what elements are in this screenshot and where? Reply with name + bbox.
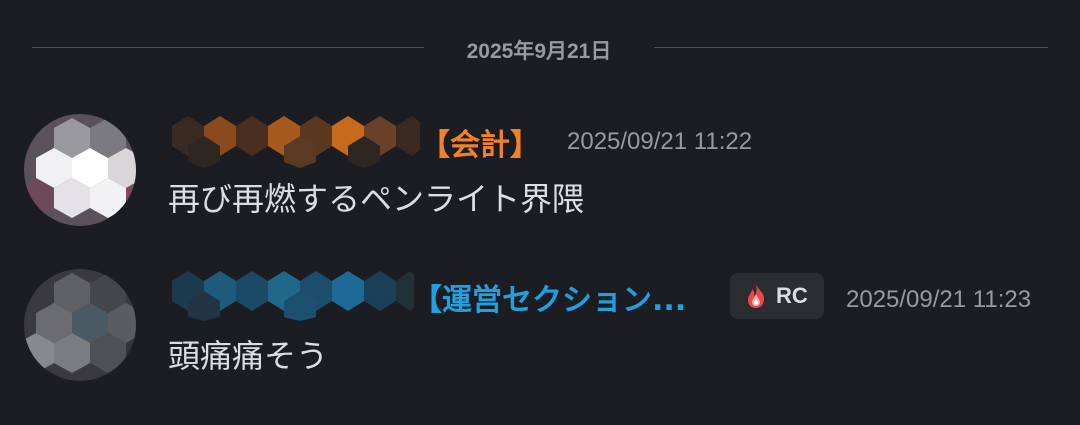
avatar[interactable] <box>24 269 136 381</box>
message-item[interactable]: 【会計】 2025/09/21 11:22 再び再燃するペンライト界隈 <box>0 112 1080 232</box>
date-divider-label: 2025年9月21日 <box>466 40 612 63</box>
message-item[interactable]: 【運営セクション... RC 2025/09/21 11:23 頭痛痛そう <box>0 265 1080 390</box>
role-badge[interactable]: RC <box>730 273 824 319</box>
avatar[interactable] <box>24 114 136 226</box>
badge-label: RC <box>776 283 808 308</box>
divider-line-right <box>654 47 1048 48</box>
username[interactable] <box>164 112 420 168</box>
timestamp: 2025/09/21 11:22 <box>567 128 753 155</box>
divider-line-left <box>32 47 424 48</box>
date-divider: 2025年9月21日 <box>32 30 1048 66</box>
role-tag: 【運営セクション... <box>412 283 687 318</box>
message-text: 頭痛痛そう <box>168 337 329 375</box>
timestamp: 2025/09/21 11:23 <box>846 286 1032 313</box>
role-tag: 【会計】 <box>420 128 540 163</box>
message-text: 再び再燃するペンライト界隈 <box>168 180 585 218</box>
username[interactable] <box>164 265 414 321</box>
flame-icon <box>742 282 770 310</box>
